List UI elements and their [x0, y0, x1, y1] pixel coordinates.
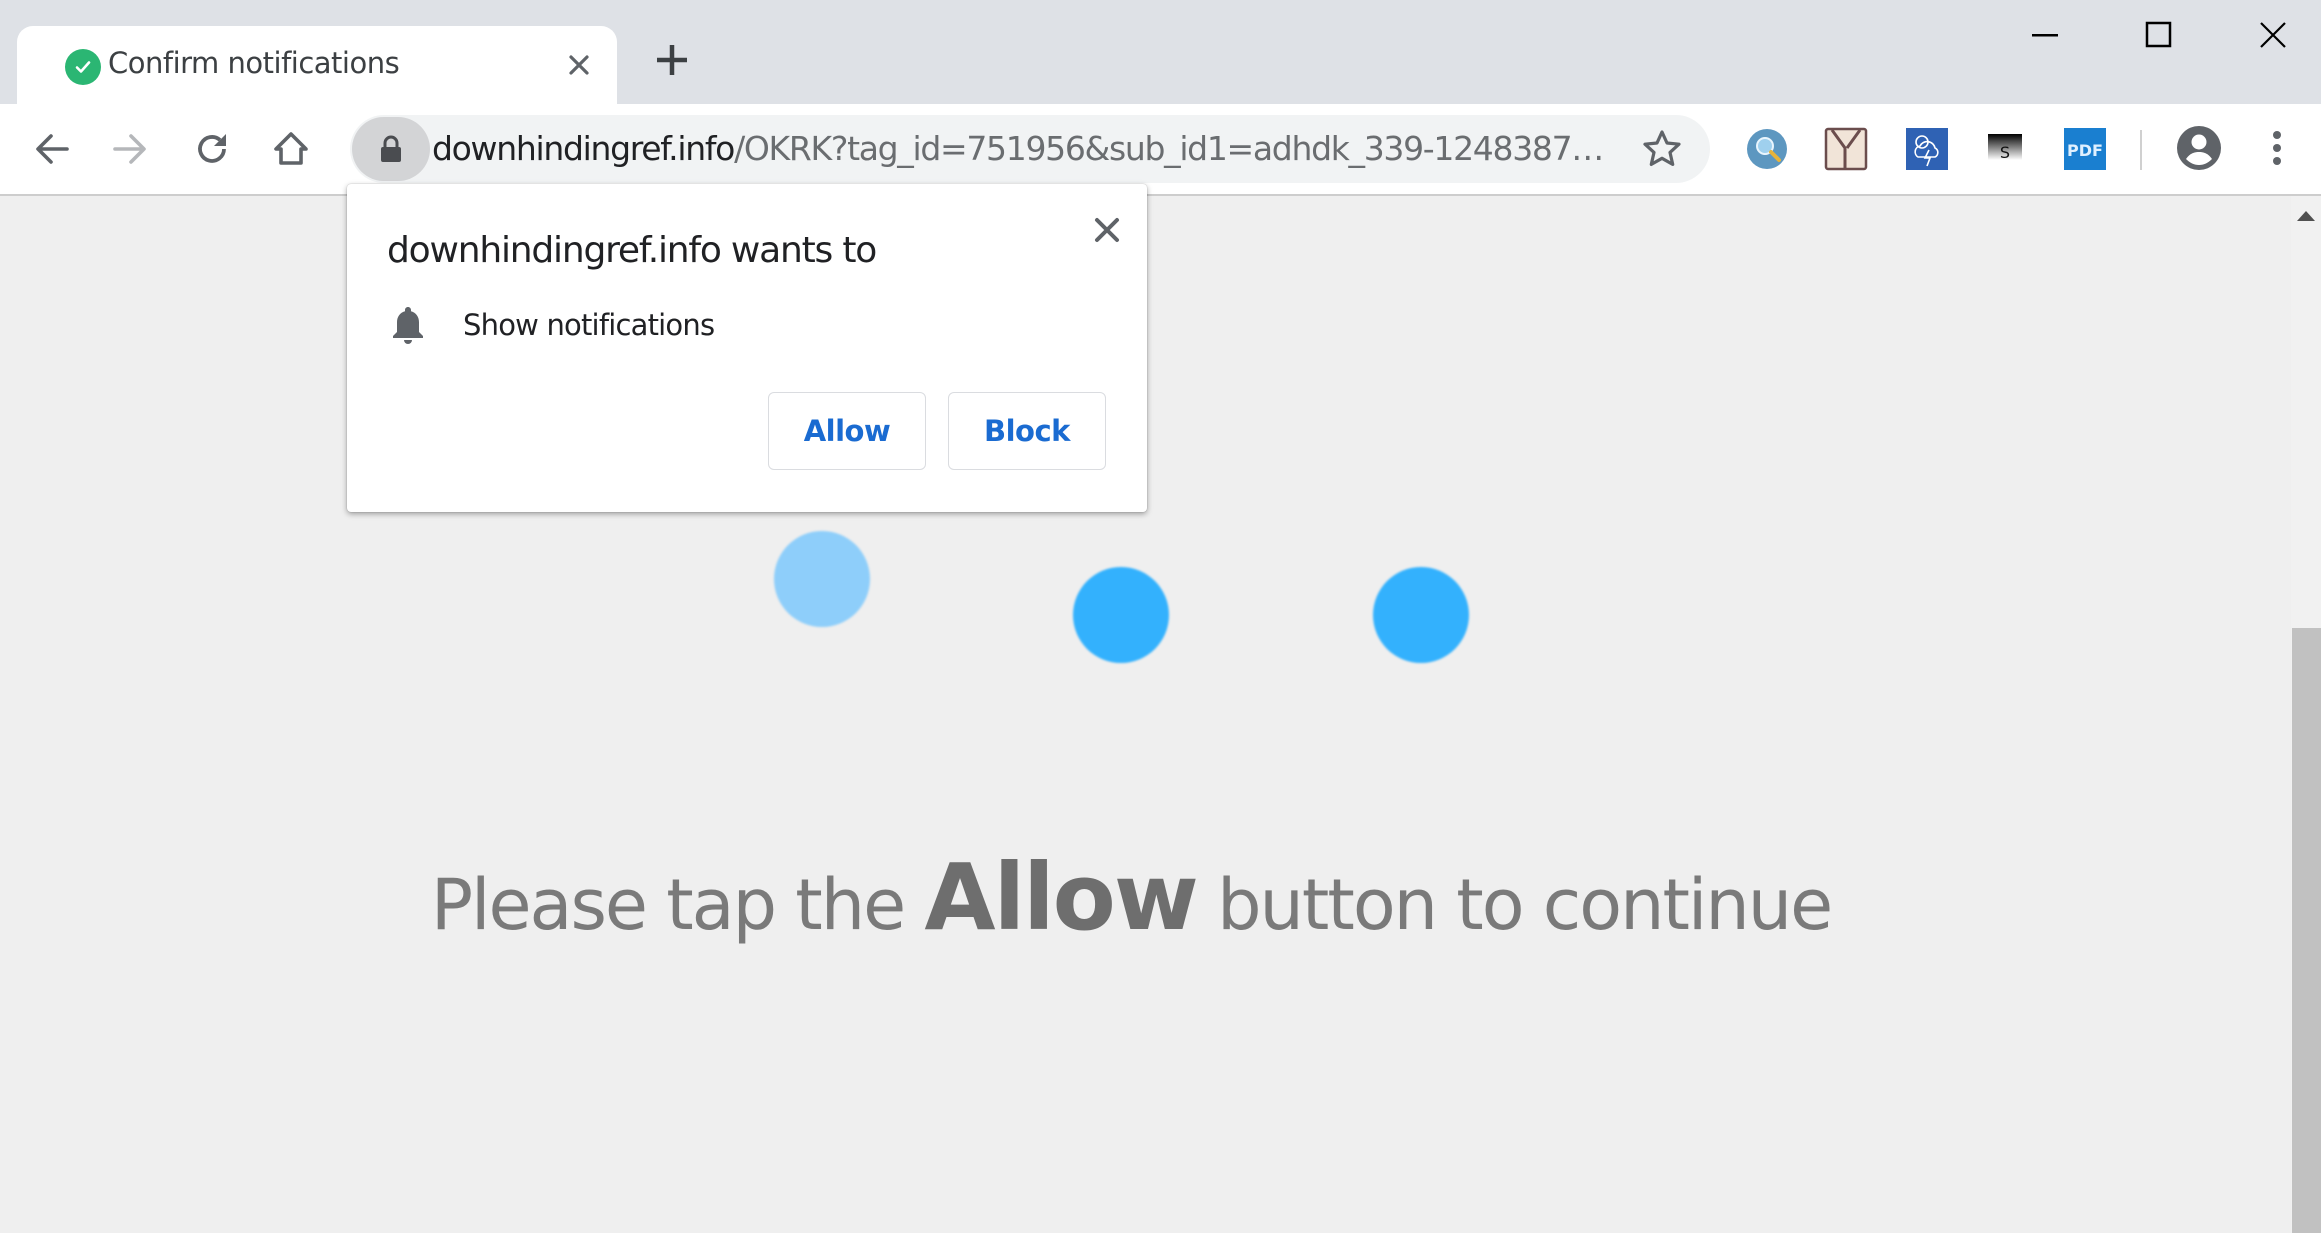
new-tab-button[interactable]: [652, 40, 692, 80]
url-text[interactable]: downhindingref.info/OKRK?tag_id=751956&s…: [432, 129, 1604, 168]
home-icon: [274, 132, 308, 165]
tab-strip: Confirm notifications: [0, 0, 2321, 104]
arrow-left-icon: [36, 134, 69, 164]
prompt-close-icon[interactable]: [1085, 208, 1129, 252]
minimize-button[interactable]: [1992, 0, 2102, 70]
permission-label: Show notifications: [463, 308, 715, 342]
y-extension-button[interactable]: [1824, 127, 1868, 171]
home-button[interactable]: [268, 126, 314, 172]
maximize-button[interactable]: [2104, 0, 2214, 70]
svg-text:S: S: [2000, 143, 2010, 162]
url-path: /OKRK?tag_id=751956&sub_id1=adhdk_339-12…: [734, 129, 1604, 168]
allow-instruction-message: Please tap the Allow button to continue: [0, 844, 2262, 951]
loader-dot: [1373, 567, 1469, 663]
reload-icon: [198, 134, 226, 163]
notification-permission-prompt: downhindingref.info wants to Show notifi…: [347, 184, 1147, 512]
bell-icon: [389, 304, 427, 346]
tab-title: Confirm notifications: [108, 46, 400, 80]
address-bar[interactable]: downhindingref.info/OKRK?tag_id=751956&s…: [350, 115, 1710, 183]
site-info-button[interactable]: [352, 117, 430, 181]
y-letter-icon: [1824, 127, 1868, 171]
s-letter-icon: S: [1988, 134, 2022, 162]
prompt-heading: downhindingref.info wants to: [387, 230, 877, 271]
lock-icon: [381, 135, 401, 162]
block-button[interactable]: Block: [948, 392, 1106, 470]
loader-dot: [774, 531, 870, 627]
svg-text:PDF: PDF: [2067, 141, 2103, 160]
profile-button[interactable]: [2175, 124, 2223, 172]
pdf-icon: PDF: [2064, 128, 2106, 170]
arrow-right-icon: [113, 134, 146, 164]
pdf-extension-button[interactable]: PDF: [2063, 127, 2107, 171]
scrollbar-thumb[interactable]: [2292, 628, 2321, 1233]
back-button[interactable]: [29, 126, 75, 172]
vertical-dots-icon: [2273, 131, 2281, 165]
s-extension-button[interactable]: S: [1984, 127, 2028, 171]
loader-dot: [1073, 567, 1169, 663]
account-circle-icon: [2177, 126, 2221, 170]
browser-toolbar: downhindingref.info/OKRK?tag_id=751956&s…: [0, 104, 2321, 196]
tab-confirm-notifications[interactable]: Confirm notifications: [17, 26, 617, 104]
tab-close-icon[interactable]: [562, 48, 596, 82]
message-text-before: Please tap the: [430, 864, 925, 946]
allow-button[interactable]: Allow: [768, 392, 926, 470]
browser-menu-button[interactable]: [2262, 127, 2292, 171]
vertical-scrollbar[interactable]: [2291, 196, 2321, 1233]
forward-button[interactable]: [107, 126, 153, 172]
green-check-icon: [65, 49, 101, 85]
toolbar-separator: [2140, 130, 2142, 170]
reload-button[interactable]: [189, 126, 235, 172]
search-extension-button[interactable]: [1745, 127, 1789, 171]
message-text-after: button to continue: [1196, 864, 1833, 946]
url-host: downhindingref.info: [432, 129, 735, 168]
bookmark-star-icon[interactable]: [1640, 127, 1684, 171]
storm-cloud-icon: [1906, 128, 1948, 170]
scroll-up-arrow-icon[interactable]: [2291, 210, 2321, 230]
close-window-button[interactable]: [2218, 0, 2321, 70]
message-emphasis: Allow: [924, 844, 1198, 951]
weather-extension-button[interactable]: [1905, 127, 1949, 171]
magnifier-icon: [1747, 129, 1787, 169]
